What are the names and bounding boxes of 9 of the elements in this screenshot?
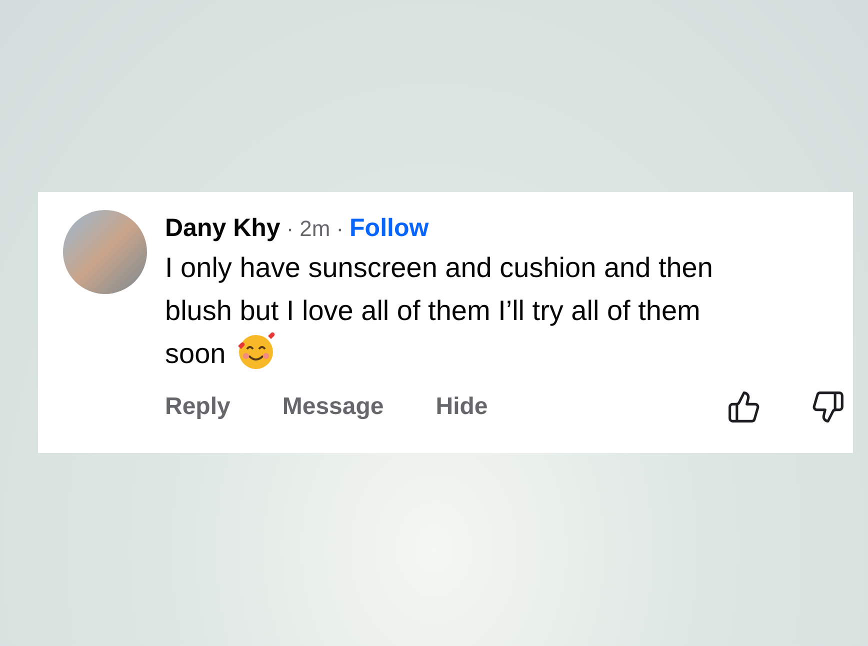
comment-text: soon xyxy=(165,337,226,371)
comment-action-link[interactable]: Message xyxy=(282,389,384,425)
separator-dot: · xyxy=(336,215,344,243)
author-name[interactable]: Dany Khy xyxy=(165,210,280,248)
comment-action-link[interactable]: Reply xyxy=(165,389,230,425)
follow-link[interactable]: Follow xyxy=(350,210,429,248)
separator-dot: · xyxy=(286,215,294,243)
comment-action-link[interactable]: Hide xyxy=(436,389,488,425)
comment-time: 2m xyxy=(300,215,330,243)
